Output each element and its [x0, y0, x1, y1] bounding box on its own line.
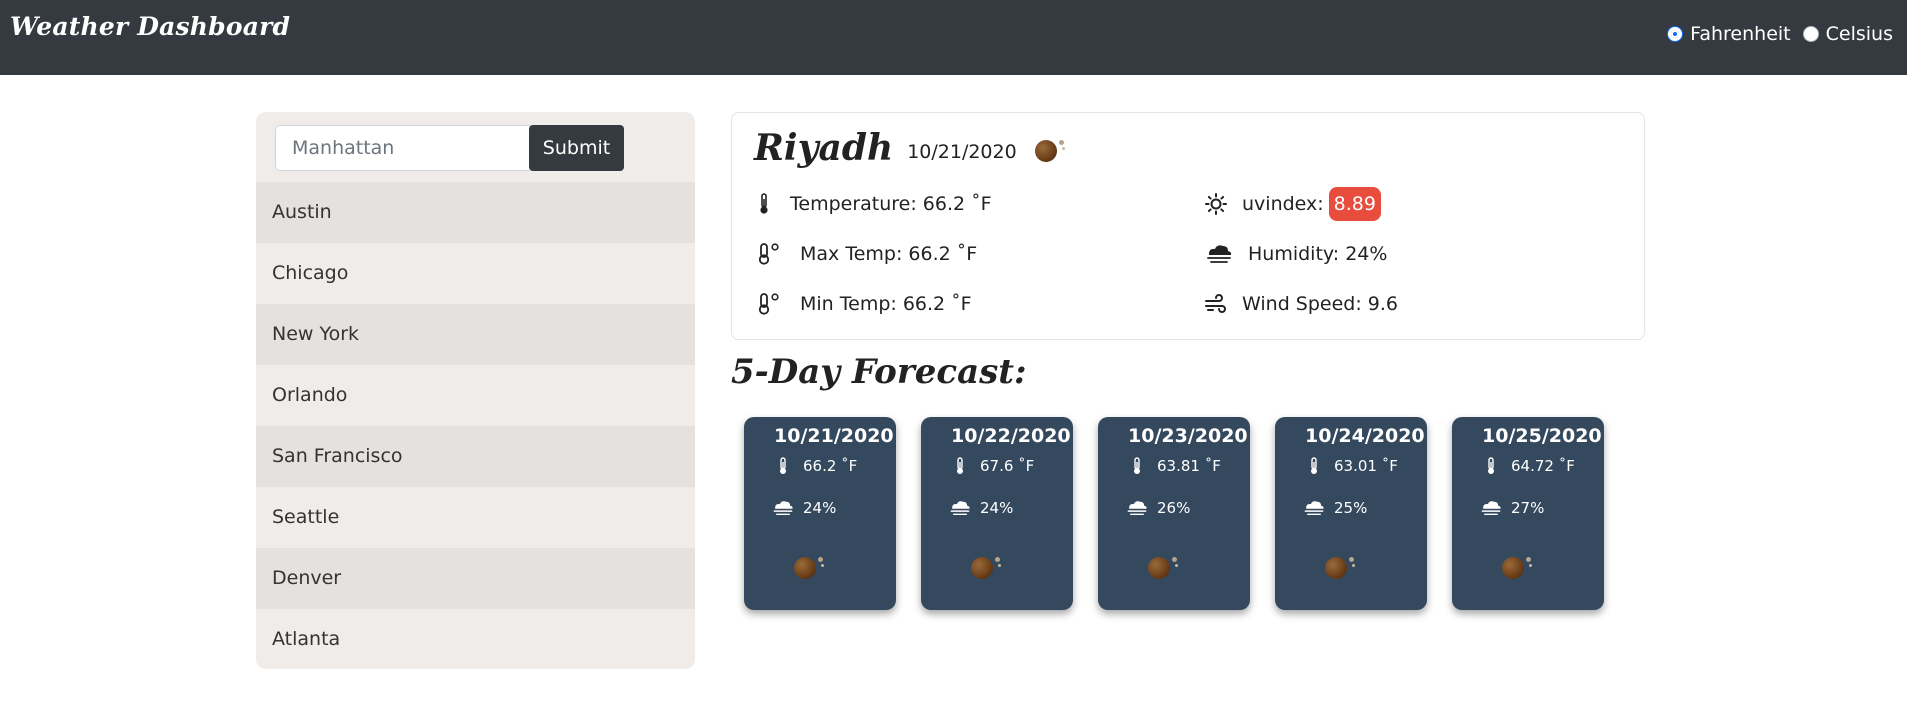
forecast-humidity: 27%	[1480, 499, 1544, 517]
max-temp-text: Max Temp: 66.2 ˚F	[800, 243, 978, 265]
forecast-date: 10/23/2020	[1128, 425, 1248, 447]
forecast-card: 10/23/2020 63.81 ˚F 26%	[1098, 417, 1250, 610]
current-city-name: Riyadh	[754, 127, 894, 169]
uv-index-badge: 8.89	[1328, 187, 1381, 221]
weather-icon	[1325, 557, 1354, 579]
humidity-icon	[1204, 244, 1234, 264]
forecast-weather-icon	[971, 557, 1000, 583]
forecast-temp-text: 63.01 ˚F	[1334, 457, 1398, 475]
humidity-stat: Humidity: 24%	[1204, 243, 1387, 265]
forecast-humidity-text: 24%	[980, 499, 1014, 517]
temperature-stat: Temperature: 66.2 ˚F	[752, 193, 992, 215]
forecast-temp-text: 63.81 ˚F	[1157, 457, 1221, 475]
wind-icon	[1204, 294, 1228, 314]
city-item-austin[interactable]: Austin	[256, 182, 695, 243]
fahrenheit-radio[interactable]	[1667, 26, 1684, 42]
unit-option-fahrenheit[interactable]: Fahrenheit	[1667, 23, 1791, 45]
current-weather-card: Riyadh 10/21/2020 Temperature: 66.2 ˚F M…	[731, 112, 1645, 340]
forecast-card: 10/21/2020 66.2 ˚F 24%	[744, 417, 896, 610]
uv-index-label: uvindex:	[1242, 193, 1324, 215]
forecast-humidity-text: 27%	[1511, 499, 1545, 517]
city-item-seattle[interactable]: Seattle	[256, 487, 695, 548]
thermometer-icon	[1480, 457, 1502, 475]
wind-speed-stat: Wind Speed: 9.6	[1204, 293, 1398, 315]
weather-icon	[1502, 557, 1531, 579]
thermometer-high-icon	[752, 243, 786, 265]
forecast-weather-icon	[1502, 557, 1531, 583]
humidity-icon	[1126, 500, 1148, 516]
unit-toggle: Fahrenheit Celsius	[1655, 23, 1893, 45]
forecast-date: 10/22/2020	[951, 425, 1071, 447]
app-title: Weather Dashboard	[10, 12, 291, 41]
thermometer-icon	[1303, 457, 1325, 475]
weather-icon	[971, 557, 1000, 579]
city-item-atlanta[interactable]: Atlanta	[256, 609, 695, 669]
forecast-date: 10/25/2020	[1482, 425, 1602, 447]
max-temp-stat: Max Temp: 66.2 ˚F	[752, 243, 977, 265]
search-form: Submit	[275, 125, 624, 171]
celsius-radio[interactable]	[1802, 26, 1819, 42]
thermometer-low-icon	[752, 293, 786, 315]
humidity-icon	[772, 500, 794, 516]
forecast-humidity: 26%	[1126, 499, 1190, 517]
forecast-date: 10/24/2020	[1305, 425, 1425, 447]
city-item-orlando[interactable]: Orlando	[256, 365, 695, 426]
forecast-humidity-text: 25%	[1334, 499, 1368, 517]
forecast-card: 10/24/2020 63.01 ˚F 25%	[1275, 417, 1427, 610]
forecast-temp: 64.72 ˚F	[1480, 457, 1575, 475]
forecast-humidity: 25%	[1303, 499, 1367, 517]
forecast-temp: 67.6 ˚F	[949, 457, 1034, 475]
fahrenheit-label[interactable]: Fahrenheit	[1690, 23, 1790, 45]
forecast-humidity: 24%	[772, 499, 836, 517]
forecast-card: 10/25/2020 64.72 ˚F 27%	[1452, 417, 1604, 610]
city-item-new-york[interactable]: New York	[256, 304, 695, 365]
thermometer-icon	[752, 193, 776, 215]
temperature-text: Temperature: 66.2 ˚F	[790, 193, 992, 215]
thermometer-icon	[1126, 457, 1148, 475]
forecast-temp: 66.2 ˚F	[772, 457, 857, 475]
wind-speed-text: Wind Speed: 9.6	[1242, 293, 1399, 315]
uv-index-stat: uvindex: 8.89	[1204, 187, 1381, 221]
forecast-weather-icon	[1148, 557, 1177, 583]
sun-icon	[1204, 193, 1228, 215]
humidity-text: Humidity: 24%	[1248, 243, 1388, 265]
city-list: Austin Chicago New York Orlando San Fran…	[256, 182, 695, 669]
min-temp-text: Min Temp: 66.2 ˚F	[800, 293, 972, 315]
forecast-temp: 63.01 ˚F	[1303, 457, 1398, 475]
current-weather-header: Riyadh 10/21/2020	[754, 127, 1064, 169]
city-sidebar: Submit Austin Chicago New York Orlando S…	[256, 112, 695, 669]
thermometer-icon	[772, 457, 794, 475]
forecast-temp-text: 64.72 ˚F	[1511, 457, 1575, 475]
forecast-title: 5-Day Forecast:	[731, 352, 1027, 392]
weather-icon	[1148, 557, 1177, 579]
submit-button[interactable]: Submit	[529, 125, 624, 171]
city-item-denver[interactable]: Denver	[256, 548, 695, 609]
forecast-weather-icon	[1325, 557, 1354, 583]
forecast-humidity: 24%	[949, 499, 1013, 517]
city-item-san-francisco[interactable]: San Francisco	[256, 426, 695, 487]
forecast-weather-icon	[794, 557, 823, 583]
forecast-card: 10/22/2020 67.6 ˚F 24%	[921, 417, 1073, 610]
city-item-chicago[interactable]: Chicago	[256, 243, 695, 304]
humidity-icon	[949, 500, 971, 516]
min-temp-stat: Min Temp: 66.2 ˚F	[752, 293, 972, 315]
forecast-temp-text: 67.6 ˚F	[980, 457, 1035, 475]
forecast-temp: 63.81 ˚F	[1126, 457, 1221, 475]
thermometer-icon	[949, 457, 971, 475]
humidity-icon	[1480, 500, 1502, 516]
weather-icon	[794, 557, 823, 579]
forecast-humidity-text: 26%	[1157, 499, 1191, 517]
forecast-humidity-text: 24%	[803, 499, 837, 517]
weather-icon	[1034, 140, 1064, 162]
current-date: 10/21/2020	[907, 141, 1017, 163]
forecast-temp-text: 66.2 ˚F	[803, 457, 858, 475]
top-navbar: Weather Dashboard Fahrenheit Celsius	[0, 0, 1907, 75]
forecast-date: 10/21/2020	[774, 425, 894, 447]
unit-option-celsius[interactable]: Celsius	[1802, 23, 1893, 45]
humidity-icon	[1303, 500, 1325, 516]
celsius-label[interactable]: Celsius	[1826, 23, 1893, 45]
city-search-input[interactable]	[275, 125, 530, 171]
